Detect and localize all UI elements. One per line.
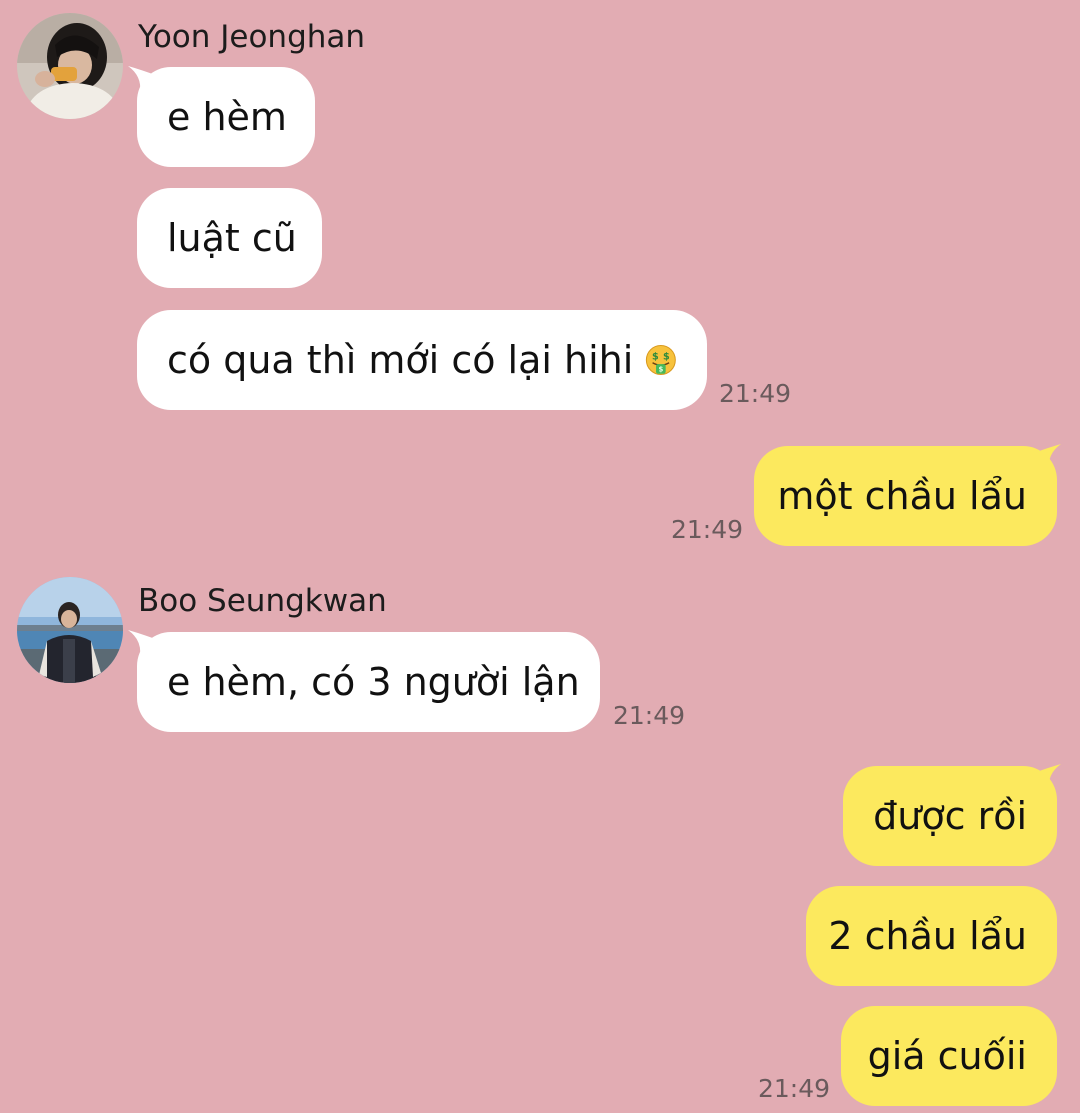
message-bubble[interactable]: giá cuốii — [841, 1006, 1057, 1106]
message-text: e hèm, có 3 người lận — [167, 660, 580, 704]
message-bubble[interactable]: e hèm, có 3 người lận — [137, 632, 600, 732]
message-timestamp: 21:49 — [613, 701, 686, 730]
message-bubble[interactable]: một chầu lẩu — [754, 446, 1057, 546]
svg-text:$: $ — [652, 351, 659, 362]
sender-name: Yoon Jeonghan — [138, 19, 366, 55]
sender-name: Boo Seungkwan — [138, 583, 387, 619]
svg-text:$: $ — [663, 351, 670, 362]
message-timestamp: 21:49 — [671, 515, 744, 544]
message-text: giá cuốii — [867, 1034, 1027, 1078]
message-text: được rồi — [873, 794, 1027, 838]
avatar-boo-seungkwan[interactable] — [17, 577, 123, 683]
message-text: một chầu lẩu — [777, 474, 1027, 518]
message-bubble[interactable]: có qua thì mới có lại hihi $ $ $ — [137, 310, 707, 410]
message-timestamp: 21:49 — [758, 1074, 831, 1103]
avatar-yoon-jeonghan[interactable] — [17, 13, 123, 119]
message-text: có qua thì mới có lại hihi — [167, 338, 634, 382]
message-text: luật cũ — [167, 216, 297, 260]
svg-text:$: $ — [659, 366, 664, 374]
message-text: 2 chầu lẩu — [828, 914, 1027, 958]
message-bubble[interactable]: 2 chầu lẩu — [806, 886, 1057, 986]
message-text: e hèm — [167, 95, 287, 139]
message-bubble[interactable]: luật cũ — [137, 188, 322, 288]
message-bubble[interactable]: e hèm — [137, 67, 315, 167]
profile-photo-icon — [17, 577, 123, 683]
message-timestamp: 21:49 — [719, 379, 792, 408]
message-bubble[interactable]: được rồi — [843, 766, 1057, 866]
profile-photo-icon — [17, 13, 123, 119]
money-mouth-face-icon: $ $ $ — [646, 345, 677, 375]
